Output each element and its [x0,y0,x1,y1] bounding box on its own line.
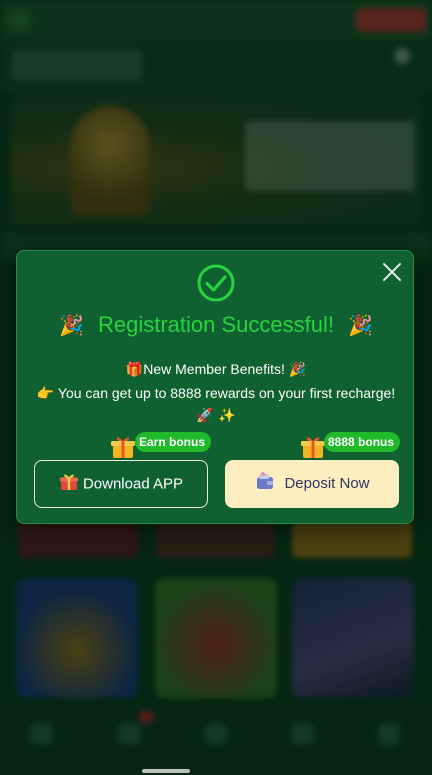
deposit-now-button[interactable]: Deposit Now [225,460,399,508]
rewards-line: 👉 You can get up to 8888 rewards on your… [17,383,415,404]
close-icon[interactable] [381,261,403,283]
party-popper-icon: 🎉 [288,362,307,378]
home-indicator [142,769,190,773]
deposit-now-label: Deposit Now [284,475,370,493]
wallet-icon [257,472,274,490]
benefits-line: 🎁New Member Benefits! 🎉 [17,359,415,380]
registration-success-modal: 🎉 Registration Successful! 🎉 🎁New Member… [16,250,414,524]
benefits-text: New Member Benefits! [143,361,285,377]
download-app-label: Download APP [82,475,184,493]
rocket-sparkles-icon: 🚀 ✨ [196,408,236,424]
modal-title: Registration Successful! [98,312,334,338]
party-popper-icon: 🎉 [348,313,374,338]
gift-icon [59,474,78,491]
success-check-icon [197,264,235,302]
earn-bonus-tag: Earn bonus [135,432,212,452]
party-popper-icon: 🎉 [58,313,84,338]
deposit-bonus-tag: 8888 bonus [324,432,401,452]
gift-box-icon [301,437,325,458]
pointing-hand-icon: 👉 [36,386,55,402]
modal-title-row: 🎉 Registration Successful! 🎉 [17,309,415,340]
download-app-button[interactable]: Download APP [34,460,208,508]
gift-icon: 🎁 [125,362,144,378]
rewards-text: You can get up to 8888 rewards on your f… [57,385,396,401]
rocket-sparkles-line: 🚀 ✨ [17,405,415,426]
gift-box-icon [111,437,135,458]
